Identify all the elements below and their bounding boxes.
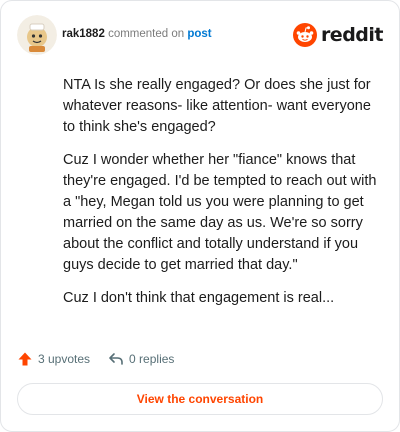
user-avatar[interactable] (17, 15, 57, 55)
comment-paragraph: Cuz I don't think that engagement is rea… (63, 290, 335, 306)
reddit-snoo-icon (292, 23, 317, 47)
upvotes-count: 3 upvotes (38, 352, 91, 366)
view-conversation-button[interactable]: View the conversation (17, 383, 383, 415)
comment-header: rak1882 commented on post reddit (17, 15, 385, 55)
upvotes-stat[interactable]: 3 upvotes (17, 351, 90, 367)
comment-stats: 3 upvotes 0 replies (17, 349, 174, 369)
username-link[interactable]: rak1882 (62, 28, 105, 40)
comment-byline: rak1882 commented on post (62, 27, 212, 41)
reddit-logo[interactable]: reddit (292, 23, 384, 47)
upvote-arrow-icon (17, 351, 33, 367)
comment-paragraph: NTA Is she really engaged? Or does she j… (63, 77, 371, 135)
replies-stat[interactable]: 0 replies (108, 351, 174, 367)
reply-arrow-icon (108, 351, 124, 367)
comment-card: rak1882 commented on post reddit NTA Is … (0, 0, 400, 432)
post-link[interactable]: post (187, 28, 211, 40)
comment-paragraph: Cuz I wonder whether her "fiance" knows … (63, 152, 377, 273)
reddit-wordmark: reddit (320, 24, 384, 46)
replies-count: 0 replies (129, 352, 175, 366)
comment-body: NTA Is she really engaged? Or does she j… (63, 75, 381, 321)
action-text: commented on (108, 28, 185, 40)
